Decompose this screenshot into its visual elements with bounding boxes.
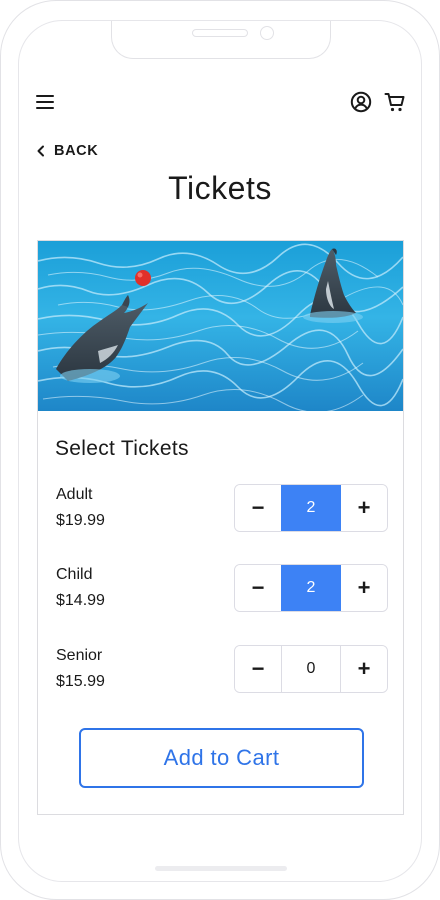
back-label: BACK (54, 143, 99, 159)
page-title: Tickets (168, 170, 272, 206)
increment-button[interactable]: + (341, 485, 387, 531)
quantity-value[interactable]: 2 (281, 485, 341, 531)
section-title: Select Tickets (55, 437, 189, 460)
decrement-button[interactable]: − (235, 485, 281, 531)
front-camera (260, 26, 274, 40)
quantity-stepper: − 0 + (234, 645, 388, 693)
ticket-card: Select Tickets Adult $19.99 − 2 + Child … (37, 240, 404, 815)
quantity-value[interactable]: 2 (281, 565, 341, 611)
chevron-left-icon (37, 145, 44, 157)
ticket-price: $14.99 (56, 592, 105, 609)
decrement-button[interactable]: − (235, 646, 281, 692)
speaker-grille (192, 29, 248, 37)
quantity-value[interactable]: 0 (281, 646, 341, 692)
user-account-icon[interactable] (350, 91, 372, 113)
ticket-row-senior: Senior $15.99 − 0 + (38, 645, 403, 695)
ticket-name: Child (56, 566, 93, 583)
decrement-button[interactable]: − (235, 565, 281, 611)
ticket-name: Senior (56, 647, 103, 664)
hamburger-menu-icon[interactable] (36, 95, 54, 109)
home-indicator (155, 866, 287, 871)
back-link[interactable]: BACK (36, 141, 98, 161)
shopping-cart-icon[interactable] (384, 91, 406, 113)
ticket-price: $19.99 (56, 512, 105, 529)
add-to-cart-button[interactable]: Add to Cart (79, 728, 364, 788)
increment-button[interactable]: + (341, 565, 387, 611)
ticket-name: Adult (56, 486, 93, 503)
hero-image (38, 241, 403, 411)
ticket-price: $15.99 (56, 673, 105, 690)
phone-notch (111, 21, 331, 59)
ticket-row-adult: Adult $19.99 − 2 + (38, 484, 403, 534)
increment-button[interactable]: + (341, 646, 387, 692)
quantity-stepper: − 2 + (234, 484, 388, 532)
quantity-stepper: − 2 + (234, 564, 388, 612)
ticket-row-child: Child $14.99 − 2 + (38, 564, 403, 614)
